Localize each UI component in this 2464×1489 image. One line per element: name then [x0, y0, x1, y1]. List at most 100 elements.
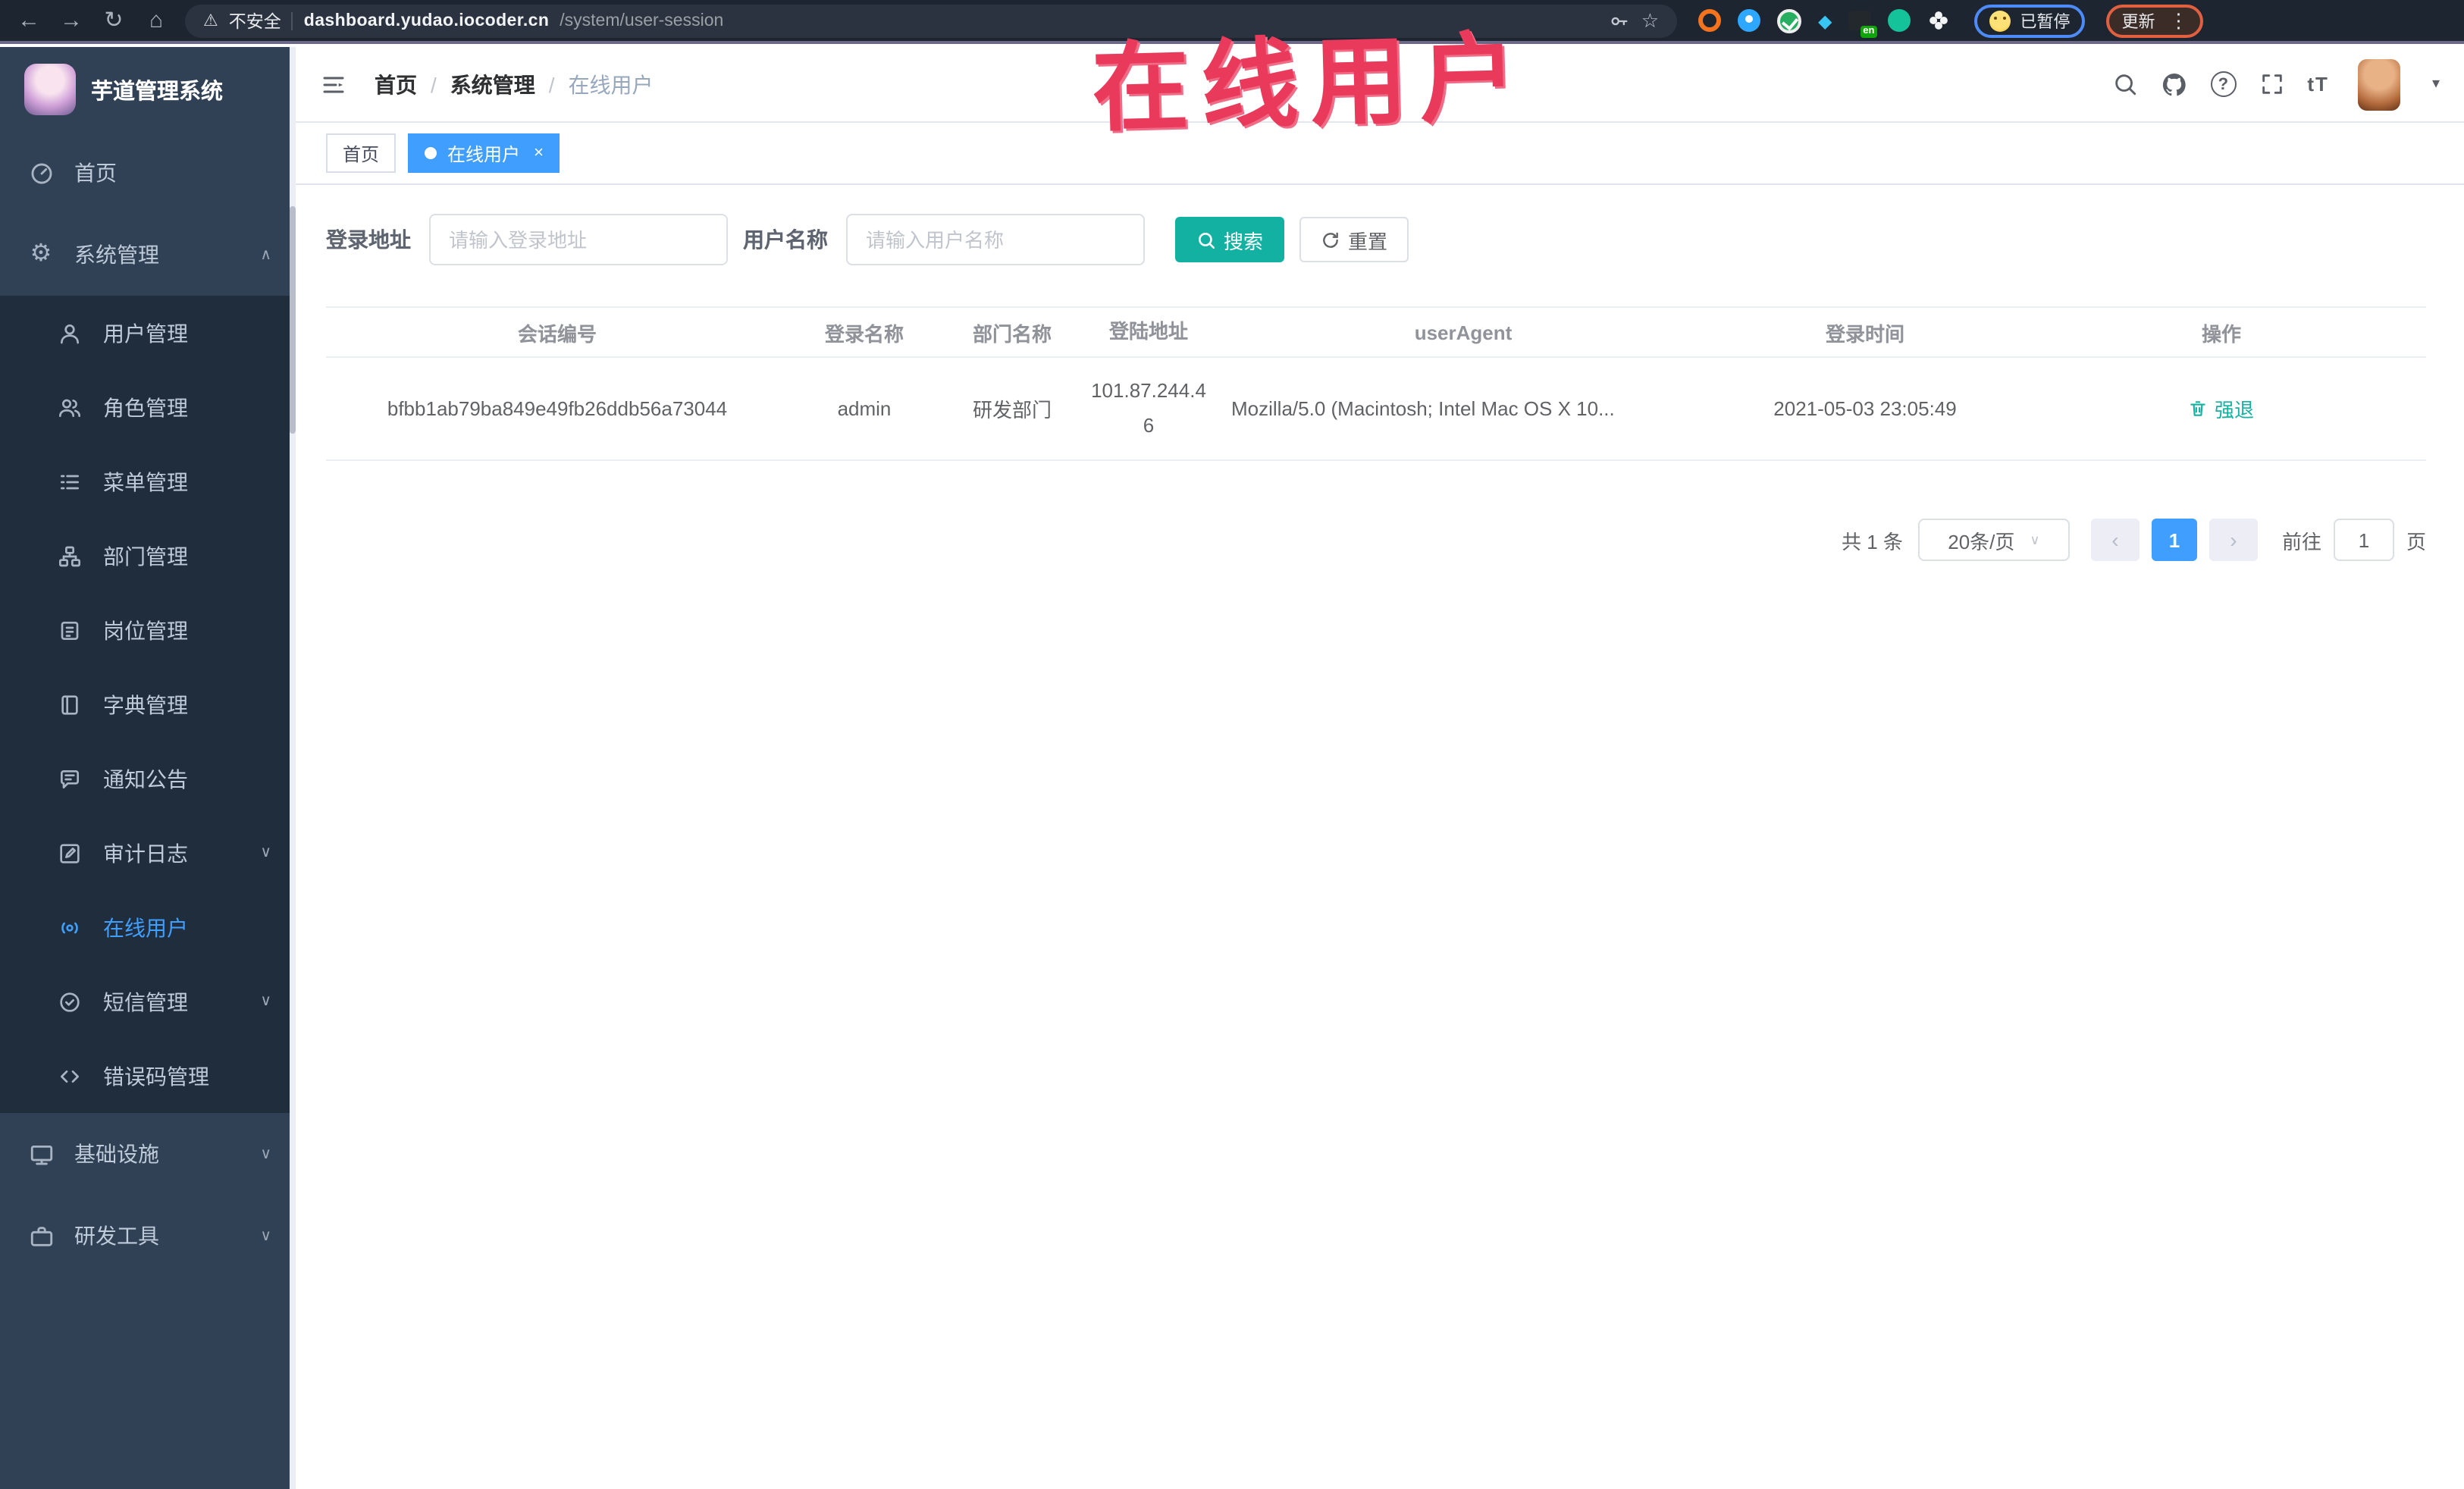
- browser-menu-kebab-icon[interactable]: ⋮: [2168, 11, 2188, 30]
- sidebar-item-sms-mgmt[interactable]: 短信管理 ∨: [0, 964, 296, 1039]
- sidebar-item-role-mgmt[interactable]: 角色管理: [0, 370, 296, 444]
- login-address-input[interactable]: [429, 214, 728, 265]
- tab-online-users[interactable]: 在线用户 ×: [408, 133, 560, 173]
- extensions-row: ◆ en: [1698, 8, 1950, 38]
- sidebar-scrollbar-track[interactable]: [290, 47, 296, 1489]
- not-secure-warning-icon[interactable]: ⚠: [203, 11, 218, 30]
- username-input[interactable]: [846, 214, 1145, 265]
- avatar-caret-down-icon[interactable]: ▾: [2432, 76, 2440, 92]
- goto-page-input[interactable]: [2333, 519, 2394, 561]
- help-icon[interactable]: ?: [2210, 71, 2237, 97]
- force-logout-button[interactable]: 强退: [2189, 394, 2254, 423]
- tab-home[interactable]: 首页: [326, 133, 397, 173]
- extension-translate-icon[interactable]: en: [1848, 11, 1878, 38]
- session-id-cell: bfbb1ab79ba849e49fb26ddb56a73044: [387, 397, 728, 420]
- font-size-icon[interactable]: tT: [2307, 73, 2329, 96]
- prev-page-button[interactable]: ‹: [2090, 519, 2140, 561]
- extension-blue-icon[interactable]: [1738, 9, 1760, 32]
- page-number-1[interactable]: 1: [2151, 519, 2197, 561]
- extension-gem-icon[interactable]: ◆: [1818, 11, 1832, 30]
- profile-paused-chip[interactable]: 已暂停: [1974, 4, 2086, 37]
- tab-label: 在线用户: [447, 143, 521, 165]
- online-users-icon: [56, 915, 83, 939]
- next-page-button[interactable]: ›: [2209, 519, 2258, 561]
- col-dept-name: 部门名称: [972, 322, 1052, 345]
- extensions-puzzle-icon[interactable]: [1927, 9, 1950, 32]
- sidebar-item-label: 研发工具: [74, 1224, 159, 1248]
- sidebar-item-audit-log[interactable]: 审计日志 ∨: [0, 816, 296, 890]
- sidebar-item-label: 菜单管理: [103, 469, 188, 494]
- users-icon: [56, 395, 83, 419]
- sidebar-item-dev-tools[interactable]: 研发工具 ∨: [0, 1195, 296, 1277]
- login-name-cell: admin: [837, 397, 892, 420]
- table-row: bfbb1ab79ba849e49fb26ddb56a73044 admin 研…: [326, 358, 2426, 461]
- col-login-time: 登录时间: [1825, 322, 1904, 345]
- browser-home-icon[interactable]: ⌂: [143, 9, 170, 32]
- url-domain: dashboard.yudao.iocoder.cn: [303, 11, 550, 30]
- sidebar-scrollbar-thumb[interactable]: [290, 206, 296, 434]
- user-avatar[interactable]: [2357, 58, 2400, 110]
- page-size-select[interactable]: 20条/页 ∨: [1917, 519, 2070, 561]
- speech-bubble-icon: [56, 766, 83, 791]
- browser-forward-icon[interactable]: →: [58, 9, 85, 32]
- extension-orange-icon[interactable]: [1698, 9, 1721, 32]
- book-icon: [56, 692, 83, 716]
- password-key-icon[interactable]: [1610, 10, 1631, 31]
- breadcrumb-system[interactable]: 系统管理: [450, 69, 535, 99]
- chevron-up-icon: ∧: [260, 246, 271, 263]
- login-address-label: 登录地址: [326, 227, 411, 252]
- extension-teal-icon[interactable]: [1888, 9, 1911, 32]
- browser-update-chip[interactable]: 更新 ⋮: [2106, 4, 2204, 37]
- browser-back-icon[interactable]: ←: [15, 9, 42, 32]
- sidebar-item-label: 字典管理: [103, 692, 188, 716]
- filter-form: 登录地址 用户名称 搜索 重置: [326, 212, 2426, 267]
- not-secure-label: 不安全: [228, 13, 281, 31]
- chevron-down-icon: ∨: [260, 845, 271, 861]
- sidebar-logo[interactable]: 芋道管理系统: [0, 47, 296, 132]
- bookmark-star-icon[interactable]: ☆: [1641, 8, 1659, 33]
- sidebar-item-user-mgmt[interactable]: 用户管理: [0, 296, 296, 370]
- fullscreen-icon[interactable]: [2259, 71, 2284, 97]
- tab-label: 首页: [343, 143, 380, 165]
- search-button[interactable]: 搜索: [1175, 217, 1285, 262]
- sidebar-item-post-mgmt[interactable]: 岗位管理: [0, 593, 296, 667]
- sidebar-item-label: 岗位管理: [103, 618, 188, 642]
- sidebar-item-menu-mgmt[interactable]: 菜单管理: [0, 444, 296, 519]
- sidebar-item-dict-mgmt[interactable]: 字典管理: [0, 667, 296, 741]
- sidebar-item-label: 基础设施: [74, 1142, 159, 1166]
- chevron-down-icon: ∨: [260, 1146, 271, 1162]
- search-icon[interactable]: [2111, 71, 2137, 97]
- actions-cell: 强退: [2017, 394, 2426, 423]
- address-bar[interactable]: ⚠ 不安全 dashboard.yudao.iocoder.cn/system/…: [185, 4, 1677, 37]
- sidebar-item-label: 通知公告: [103, 766, 188, 791]
- check-circle-icon: [56, 989, 83, 1014]
- page-unit-label: 页: [2406, 530, 2426, 553]
- sidebar-item-label: 角色管理: [103, 395, 188, 419]
- sidebar-item-infrastructure[interactable]: 基础设施 ∨: [0, 1113, 296, 1195]
- pagination: 共 1 条 20条/页 ∨ ‹ 1 › 前往 页: [326, 519, 2426, 561]
- reset-button[interactable]: 重置: [1299, 217, 1409, 262]
- profile-paused-label: 已暂停: [2020, 13, 2071, 31]
- sidebar-item-label: 短信管理: [103, 989, 188, 1014]
- tags-view-bar: 首页 在线用户 ×: [296, 123, 2464, 185]
- user-icon: [56, 321, 83, 345]
- sidebar-item-system[interactable]: ⚙ 系统管理 ∧: [0, 214, 296, 296]
- login-time-cell: 2021-05-03 23:05:49: [1773, 397, 1957, 420]
- extension-green-check-icon[interactable]: [1777, 8, 1801, 33]
- col-user-agent: userAgent: [1414, 321, 1513, 343]
- breadcrumb-home[interactable]: 首页: [375, 69, 417, 99]
- sidebar-item-notice[interactable]: 通知公告: [0, 741, 296, 816]
- url-path: /system/user-session: [560, 11, 724, 30]
- sidebar-item-home[interactable]: 首页: [0, 132, 296, 214]
- sidebar-item-online-users[interactable]: 在线用户: [0, 890, 296, 964]
- breadcrumb: 首页 / 系统管理 / 在线用户: [375, 69, 654, 99]
- close-icon[interactable]: ×: [534, 144, 544, 161]
- breadcrumb-separator: /: [431, 72, 437, 96]
- sidebar-item-dept-mgmt[interactable]: 部门管理: [0, 519, 296, 593]
- sidebar-item-label: 错误码管理: [103, 1064, 209, 1088]
- browser-reload-icon[interactable]: ↻: [100, 9, 127, 32]
- chevron-down-icon: ∨: [2030, 531, 2040, 547]
- github-icon[interactable]: [2160, 71, 2187, 98]
- sidebar-toggle-icon[interactable]: [320, 71, 347, 98]
- sidebar-item-errorcode-mgmt[interactable]: 错误码管理: [0, 1039, 296, 1113]
